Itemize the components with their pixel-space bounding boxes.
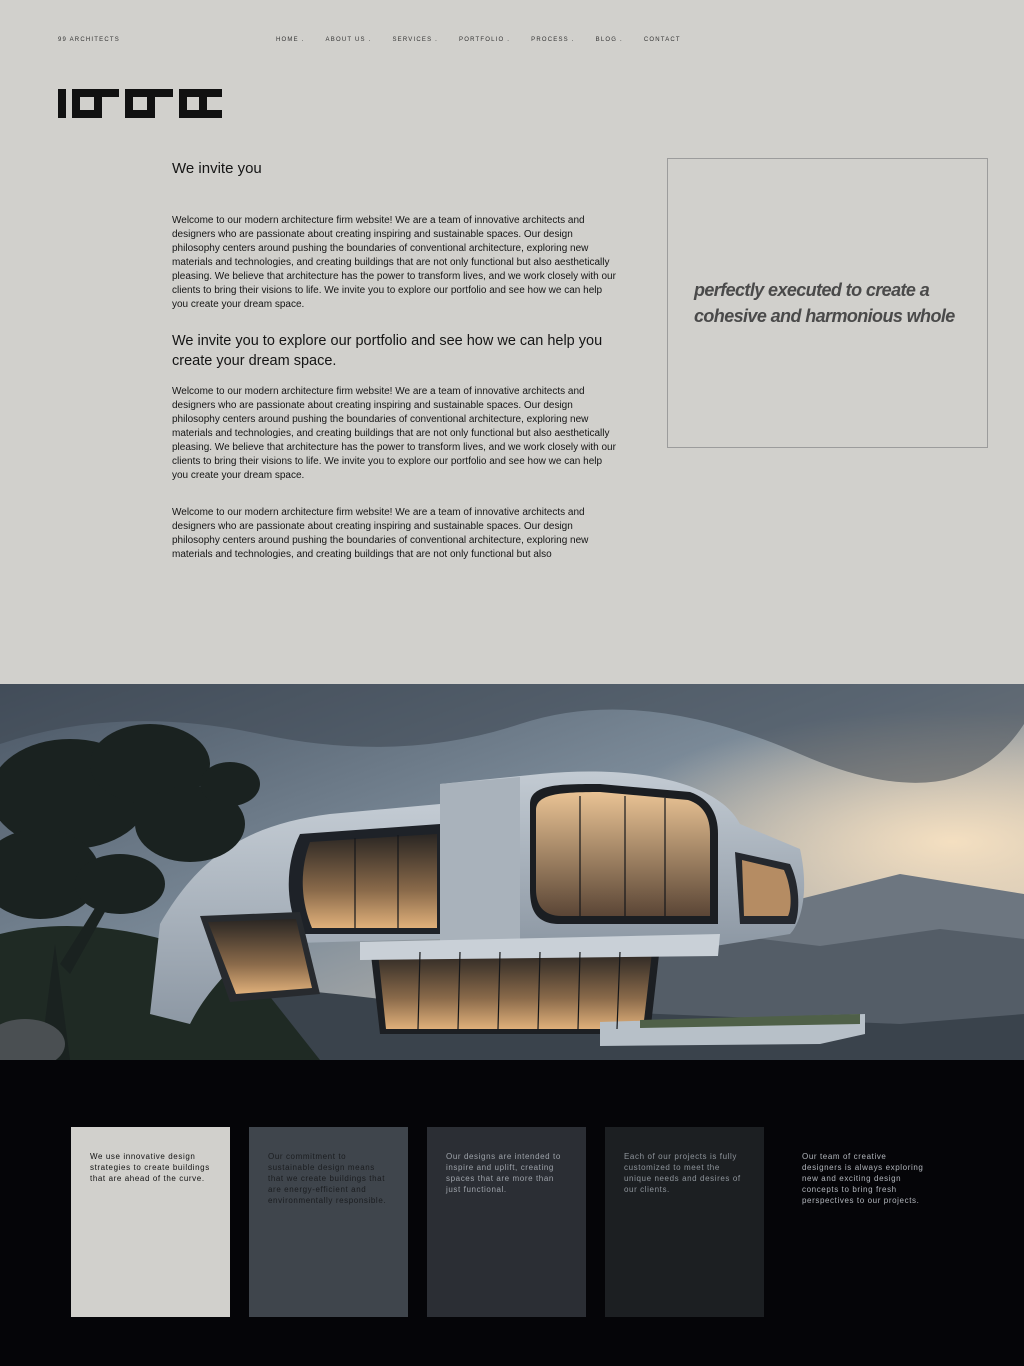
brand-name[interactable]: 99 ARCHITECTS: [58, 37, 120, 43]
nav-blog[interactable]: BLOG .: [596, 37, 623, 43]
hero-image: [0, 684, 1024, 1060]
feature-card-creativity: Our team of creative designers is always…: [783, 1127, 942, 1317]
feature-text: Each of our projects is fully customized…: [624, 1152, 741, 1194]
body-paragraph: Welcome to our modern architecture firm …: [172, 386, 616, 481]
intro-content: We invite you Welcome to our modern arch…: [172, 160, 617, 562]
feature-card-sustainability: Our commitment to sustainable design mea…: [249, 1127, 408, 1317]
nav-about-us[interactable]: ABOUT US .: [326, 37, 372, 43]
nav-home[interactable]: HOME .: [276, 37, 305, 43]
feature-text: We use innovative design strategies to c…: [90, 1152, 210, 1183]
logo[interactable]: [58, 89, 222, 119]
top-bar: 99 ARCHITECTS HOME . ABOUT US . SERVICES…: [0, 0, 1024, 80]
nav-process[interactable]: PROCESS .: [531, 37, 574, 43]
feature-card-customization: Each of our projects is fully customized…: [605, 1127, 764, 1317]
feature-card-inspiration: Our designs are intended to inspire and …: [427, 1127, 586, 1317]
feature-text: Our designs are intended to inspire and …: [446, 1152, 561, 1194]
nav-portfolio[interactable]: PORTFOLIO .: [459, 37, 510, 43]
feature-text: Our commitment to sustainable design mea…: [268, 1152, 387, 1205]
intro-paragraph: Welcome to our modern architecture firm …: [172, 215, 616, 310]
features-footer: We use innovative design strategies to c…: [0, 1060, 1024, 1366]
nav-contact[interactable]: CONTACT: [644, 37, 681, 43]
feature-card-innovation: We use innovative design strategies to c…: [71, 1127, 230, 1317]
nav-services[interactable]: SERVICES .: [392, 37, 438, 43]
quote-box: perfectly executed to create a cohesive …: [667, 158, 988, 448]
body-paragraph-2: Welcome to our modern architecture firm …: [172, 507, 589, 560]
section-heading: We invite you: [172, 160, 262, 177]
main-nav: HOME . ABOUT US . SERVICES . PORTFOLIO .…: [276, 37, 681, 43]
feature-text: Our team of creative designers is always…: [802, 1152, 924, 1205]
modern-house-illustration: [0, 684, 1024, 1060]
quote-text: perfectly executed to create a cohesive …: [694, 280, 955, 326]
portfolio-subheading: We invite you to explore our portfolio a…: [172, 333, 603, 369]
